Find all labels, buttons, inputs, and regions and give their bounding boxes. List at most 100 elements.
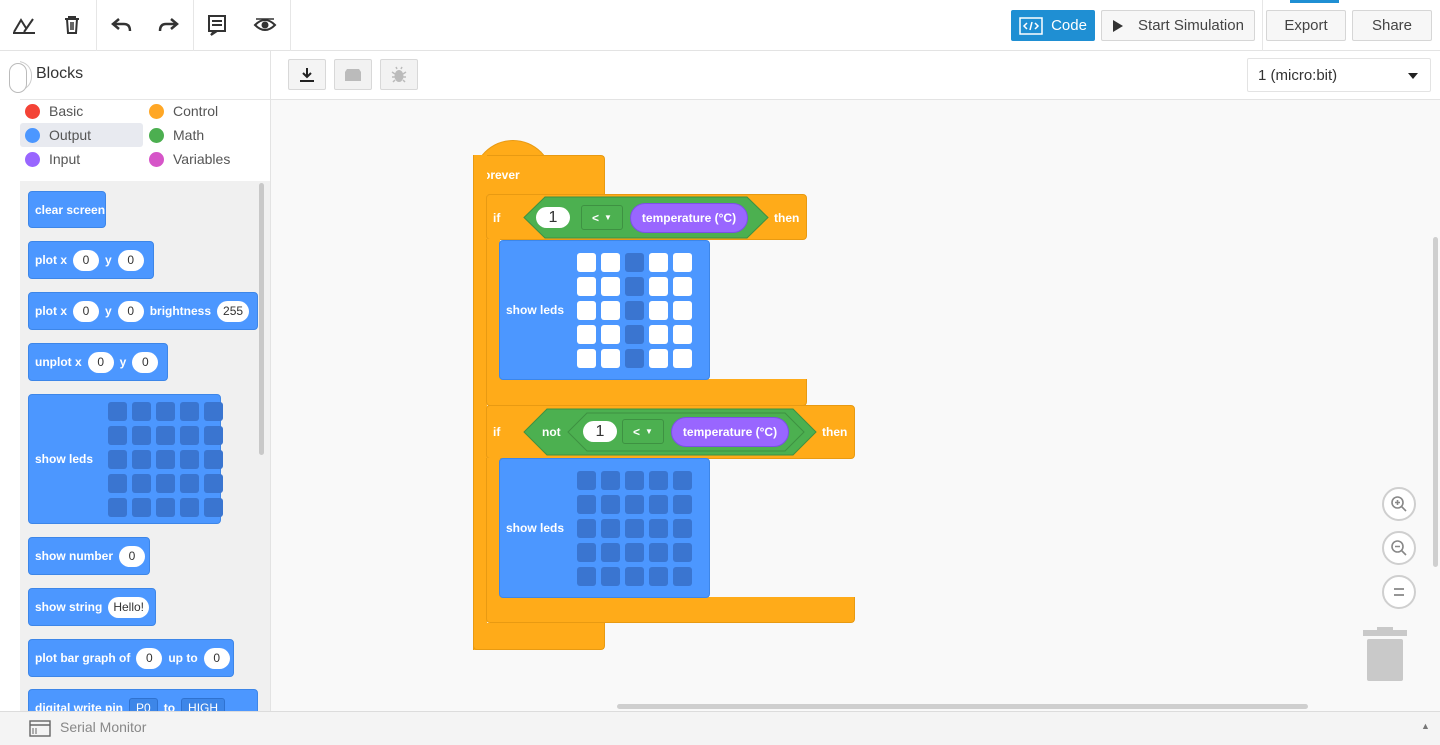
start-simulation-button[interactable]: Start Simulation: [1101, 10, 1255, 41]
debug-bug-icon[interactable]: [380, 59, 418, 90]
led-cell-off[interactable]: [625, 348, 645, 368]
show-number-block[interactable]: show number 0: [28, 537, 150, 575]
redo-icon[interactable]: [148, 4, 188, 46]
category-math[interactable]: Math: [144, 123, 264, 147]
led-cell[interactable]: [204, 425, 224, 445]
led-cell-off[interactable]: [649, 542, 669, 562]
led-cell-off[interactable]: [649, 470, 669, 490]
led-cell[interactable]: [132, 401, 152, 421]
led-cell-off[interactable]: [673, 518, 693, 538]
library-icon[interactable]: [334, 59, 372, 90]
string-input[interactable]: Hello!: [108, 596, 149, 618]
led-cell-off[interactable]: [577, 518, 597, 538]
number-input[interactable]: 0: [119, 545, 146, 567]
code-button[interactable]: Code: [1011, 10, 1095, 41]
led-cell[interactable]: [204, 401, 224, 421]
led-cell-off[interactable]: [577, 470, 597, 490]
compare-number-input[interactable]: 1: [536, 207, 570, 228]
plot-x-input[interactable]: 0: [73, 249, 99, 271]
led-cell-on[interactable]: [577, 252, 597, 272]
led-cell[interactable]: [156, 401, 176, 421]
vertical-scrollbar[interactable]: [1433, 237, 1438, 567]
led-cell[interactable]: [132, 473, 152, 493]
workspace-trash-icon[interactable]: [1363, 627, 1407, 683]
led-cell[interactable]: [180, 449, 200, 469]
led-cell-off[interactable]: [673, 470, 693, 490]
show-leds-block[interactable]: show leds: [28, 394, 224, 524]
led-cell[interactable]: [204, 473, 224, 493]
led-cell-off[interactable]: [673, 542, 693, 562]
serial-monitor-bar[interactable]: Serial Monitor ▲: [0, 711, 1440, 745]
led-cell[interactable]: [156, 425, 176, 445]
led-cell-on[interactable]: [649, 252, 669, 272]
unplot-block[interactable]: unplot x 0 y 0: [28, 343, 168, 381]
led-cell[interactable]: [132, 449, 152, 469]
led-cell-on[interactable]: [649, 276, 669, 296]
undo-icon[interactable]: [102, 4, 142, 46]
led-cell-off[interactable]: [625, 324, 645, 344]
led-cell-on[interactable]: [601, 324, 621, 344]
temperature-block[interactable]: temperature (°C): [630, 203, 748, 233]
led-cell[interactable]: [108, 497, 128, 517]
led-cell-off[interactable]: [649, 518, 669, 538]
eye-icon[interactable]: [245, 4, 285, 46]
led-cell[interactable]: [156, 497, 176, 517]
led-cell[interactable]: [108, 425, 128, 445]
compare-number-input[interactable]: 1: [583, 421, 617, 442]
pin-dropdown[interactable]: P0: [129, 697, 158, 711]
temperature-block[interactable]: temperature (°C): [671, 417, 789, 447]
led-cell-off[interactable]: [577, 494, 597, 514]
led-cell[interactable]: [156, 473, 176, 493]
led-cell-off[interactable]: [625, 518, 645, 538]
category-input[interactable]: Input: [20, 147, 140, 171]
led-cell-off[interactable]: [601, 566, 621, 586]
led-cell-on[interactable]: [649, 348, 669, 368]
led-cell-off[interactable]: [625, 470, 645, 490]
bar-max-input[interactable]: 0: [203, 647, 230, 669]
led-cell[interactable]: [180, 497, 200, 517]
led-cell[interactable]: [180, 473, 200, 493]
led-cell-off[interactable]: [601, 470, 621, 490]
trash-icon[interactable]: [52, 4, 92, 46]
show-leds-block-2[interactable]: show leds: [499, 458, 710, 598]
led-cell-off[interactable]: [649, 494, 669, 514]
share-button[interactable]: Share: [1352, 10, 1432, 41]
led-cell-off[interactable]: [577, 566, 597, 586]
led-cell-on[interactable]: [601, 252, 621, 272]
palette-scrollbar[interactable]: [259, 183, 264, 455]
led-cell-off[interactable]: [625, 566, 645, 586]
led-cell-off[interactable]: [625, 300, 645, 320]
led-cell-off[interactable]: [625, 542, 645, 562]
led-cell-on[interactable]: [601, 276, 621, 296]
bar-value-input[interactable]: 0: [136, 647, 163, 669]
show-string-block[interactable]: show string Hello!: [28, 588, 156, 626]
plot-block[interactable]: plot x 0 y 0: [28, 241, 154, 279]
panel-handle-icon[interactable]: [9, 63, 27, 93]
led-cell[interactable]: [108, 401, 128, 421]
led-cell[interactable]: [132, 425, 152, 445]
zoom-reset-icon[interactable]: [1382, 575, 1416, 609]
operator-dropdown[interactable]: < ▼: [581, 205, 623, 230]
led-cell[interactable]: [156, 449, 176, 469]
plot-y-input[interactable]: 0: [117, 300, 144, 322]
device-select[interactable]: 1 (micro:bit): [1247, 58, 1431, 92]
zoom-out-icon[interactable]: [1382, 531, 1416, 565]
plot-x-input[interactable]: 0: [73, 300, 99, 322]
category-basic[interactable]: Basic: [20, 99, 140, 123]
led-cell-on[interactable]: [601, 348, 621, 368]
led-cell-off[interactable]: [625, 276, 645, 296]
led-cell[interactable]: [108, 473, 128, 493]
notes-icon[interactable]: [197, 4, 237, 46]
digital-write-block[interactable]: digital write pin P0 to HIGH: [28, 689, 258, 711]
led-cell-on[interactable]: [673, 300, 693, 320]
led-cell[interactable]: [204, 497, 224, 517]
led-cell-on[interactable]: [649, 324, 669, 344]
led-cell-off[interactable]: [601, 542, 621, 562]
led-cell[interactable]: [204, 449, 224, 469]
led-cell-off[interactable]: [649, 566, 669, 586]
led-cell-off[interactable]: [601, 518, 621, 538]
export-button[interactable]: Export: [1266, 10, 1346, 41]
value-dropdown[interactable]: HIGH: [181, 697, 226, 711]
plot-brightness-block[interactable]: plot x 0 y 0 brightness 255: [28, 292, 258, 330]
download-icon[interactable]: [288, 59, 326, 90]
